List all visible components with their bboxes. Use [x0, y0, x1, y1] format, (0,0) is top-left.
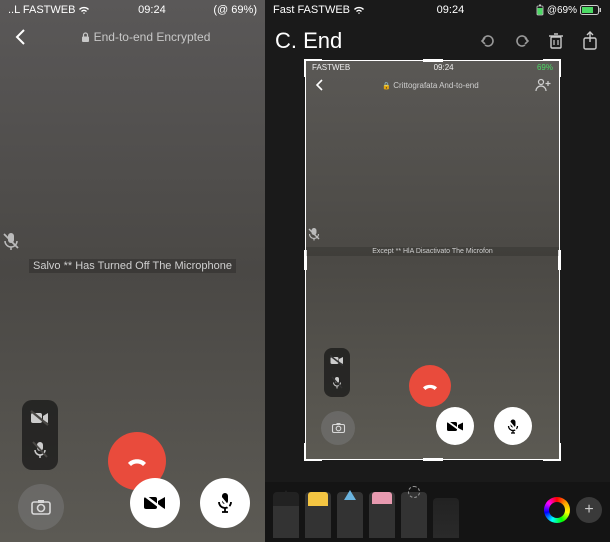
screenshot-editor: Fast FASTWEB 09:24 @69% C. End: [265, 0, 610, 542]
redo-icon[interactable]: [512, 31, 532, 51]
crop-handle-bl[interactable]: [304, 443, 322, 461]
highlighter-tool[interactable]: [305, 492, 331, 538]
call-header: End-to-end Encrypted: [0, 20, 265, 54]
secondary-controls: [22, 400, 58, 470]
mic-off-icon[interactable]: [31, 440, 49, 460]
pencil-tool[interactable]: [337, 492, 363, 538]
nested-secondary-controls: [324, 348, 350, 397]
muted-mic-icon: [0, 230, 265, 252]
nested-call-header: 🔒 Crittografata And-to-end: [306, 74, 559, 96]
video-off-icon[interactable]: [30, 410, 50, 426]
crop-handle-tl[interactable]: [304, 59, 322, 77]
clock: 09:24: [138, 4, 166, 16]
nested-end-call-button: [409, 365, 451, 407]
battery-pct: @69%: [547, 5, 577, 16]
nested-mic-toggle-button: [494, 407, 532, 445]
video-toggle-button[interactable]: [130, 478, 180, 528]
markup-tool-tray: +: [265, 482, 610, 542]
encryption-label[interactable]: End-to-end Encrypted: [38, 30, 253, 44]
editor-title: C. End: [275, 28, 464, 54]
battery-icon: [536, 4, 544, 16]
lock-icon: [81, 32, 90, 43]
eraser-tool[interactable]: [369, 492, 395, 538]
crop-handle-bottom[interactable]: [423, 458, 443, 461]
crop-handle-tr[interactable]: [543, 59, 561, 77]
crop-handle-top[interactable]: [423, 59, 443, 62]
color-picker-icon[interactable]: [544, 497, 570, 523]
nested-back-icon: [314, 79, 326, 91]
nested-camera-button: [321, 411, 355, 445]
status-bar-left: ..L FASTWEB 09:24 (@ 69%): [0, 0, 265, 20]
carrier-label: Fast FASTWEB: [273, 4, 350, 16]
wifi-icon: [353, 5, 365, 15]
nested-video-toggle-button: [436, 407, 474, 445]
crop-handle-br[interactable]: [543, 443, 561, 461]
battery-pct: (@ 69%): [213, 4, 257, 16]
nested-muted-mic-icon: [306, 226, 559, 242]
undo-icon[interactable]: [478, 31, 498, 51]
status-bar-right: Fast FASTWEB 09:24 @69%: [265, 0, 610, 20]
clock: 09:24: [437, 4, 465, 16]
ruler-tool[interactable]: [433, 498, 459, 538]
nested-add-participant-icon: [535, 78, 551, 92]
nested-muted-notice: Except ** HlA Disactivato The Microfon: [306, 247, 559, 256]
video-call-screen: ..L FASTWEB 09:24 (@ 69%) End-to-end Enc…: [0, 0, 265, 542]
carrier-label: ..L FASTWEB: [8, 4, 75, 16]
mic-toggle-button[interactable]: [200, 478, 250, 528]
camera-switch-button[interactable]: [18, 484, 64, 530]
screenshot-canvas[interactable]: FASTWEB 09:24 69% 🔒 Crittografata And-to…: [305, 60, 560, 460]
nested-status-bar: FASTWEB 09:24 69%: [306, 61, 559, 74]
nested-video-off-icon: [330, 355, 344, 366]
muted-notice: Salvo ** Has Turned Off The Microphone: [0, 260, 265, 272]
pen-tool[interactable]: [273, 492, 299, 538]
lasso-tool[interactable]: [401, 492, 427, 538]
battery-bar-icon: [580, 5, 602, 15]
nested-encryption-label: 🔒 Crittografata And-to-end: [332, 81, 529, 90]
editor-header: C. End: [265, 20, 610, 62]
share-icon[interactable]: [580, 31, 600, 51]
add-tool-icon[interactable]: +: [576, 497, 602, 523]
trash-icon[interactable]: [546, 31, 566, 51]
back-icon[interactable]: [12, 28, 30, 46]
nested-mic-off-icon: [331, 376, 343, 390]
wifi-icon: [78, 5, 90, 15]
